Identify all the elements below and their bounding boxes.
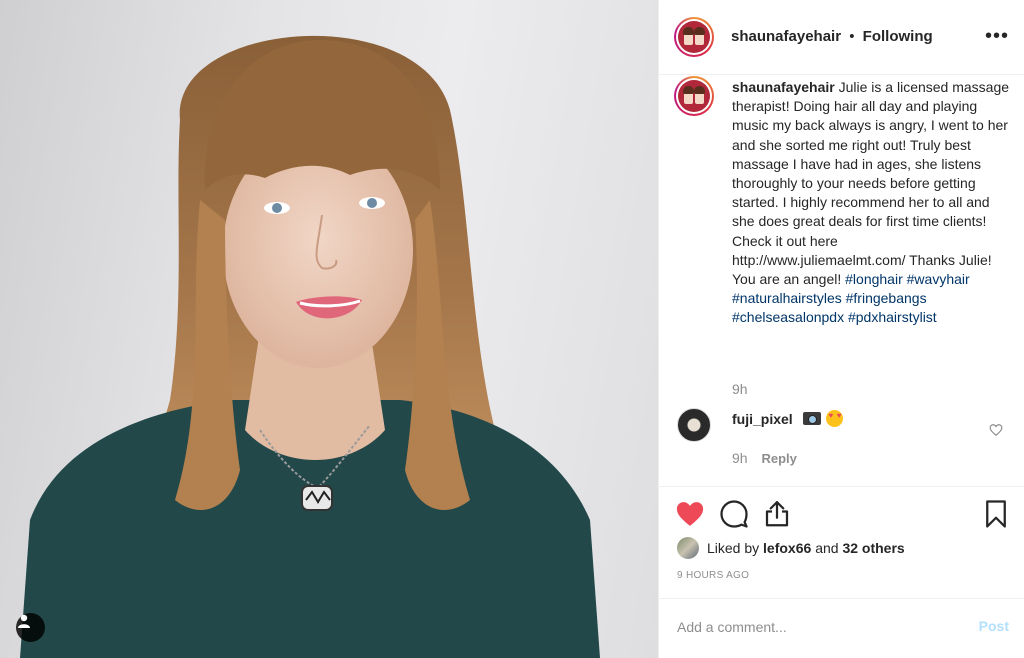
- add-comment-bar: Post: [659, 598, 1024, 658]
- post-timestamp[interactable]: 9 HOURS AGO: [677, 570, 749, 581]
- hashtag-link[interactable]: #naturalhairstyles: [732, 290, 842, 306]
- post-caption: shaunafayehair Julie is a licensed massa…: [732, 78, 1012, 328]
- caption-text: Julie is a licensed massage therapist! D…: [732, 79, 1010, 288]
- hashtag-link[interactable]: #wavyhair: [907, 271, 970, 287]
- comment-bubble-icon[interactable]: [719, 499, 749, 529]
- comment-like-heart-icon[interactable]: [989, 423, 1003, 437]
- hashtag-link[interactable]: #pdxhairstylist: [848, 309, 937, 325]
- post-side-panel: shaunafayehair • Following ••• shaunafay…: [658, 0, 1024, 658]
- liker-username[interactable]: lefox66: [763, 540, 811, 556]
- comment-meta: 9h Reply: [732, 450, 797, 466]
- caption-username[interactable]: shaunafayehair: [732, 79, 835, 95]
- portrait-image: [20, 35, 600, 658]
- comment-time[interactable]: 9h: [732, 450, 748, 466]
- comments-section: shaunafayehair Julie is a licensed massa…: [659, 76, 1024, 486]
- likes-prefix: Liked by: [707, 540, 760, 556]
- more-options-icon[interactable]: •••: [985, 26, 1009, 46]
- hashtag-link[interactable]: #fringebangs: [846, 290, 927, 306]
- commenter-avatar[interactable]: [677, 408, 711, 442]
- save-bookmark-icon[interactable]: [981, 499, 1011, 529]
- hashtag-link[interactable]: #chelseasalonpdx: [732, 309, 844, 325]
- camera-with-flash-icon: [802, 412, 821, 425]
- liker-avatar[interactable]: [677, 537, 699, 559]
- header-text: shaunafayehair • Following: [731, 28, 933, 45]
- like-heart-icon[interactable]: [675, 499, 705, 529]
- likes-others-link[interactable]: 32 others: [842, 540, 904, 556]
- share-icon[interactable]: [762, 499, 792, 529]
- tagged-user-icon[interactable]: [16, 613, 45, 642]
- hashtag-link[interactable]: #longhair: [845, 271, 903, 287]
- commenter-username[interactable]: fuji_pixel: [732, 411, 793, 427]
- action-bar: [659, 486, 1024, 540]
- comment-item: fuji_pixel 9h Reply: [659, 406, 1024, 466]
- post-comment-button[interactable]: Post: [979, 618, 1009, 634]
- caption-time[interactable]: 9h: [732, 381, 748, 397]
- caption-author-avatar[interactable]: [674, 76, 714, 116]
- add-comment-input[interactable]: [677, 616, 957, 638]
- author-username[interactable]: shaunafayehair: [731, 28, 841, 45]
- author-avatar[interactable]: [674, 17, 714, 57]
- heart-eyes-icon: [826, 410, 844, 427]
- likes-summary: Liked by lefox66 and 32 others: [677, 537, 905, 559]
- following-button[interactable]: Following: [863, 28, 933, 45]
- reply-button[interactable]: Reply: [761, 451, 796, 466]
- post-photo[interactable]: [0, 0, 658, 658]
- post-header: shaunafayehair • Following •••: [659, 0, 1024, 75]
- comment-text: fuji_pixel: [732, 410, 844, 427]
- likes-middle: and: [815, 540, 839, 556]
- header-separator: •: [849, 28, 855, 45]
